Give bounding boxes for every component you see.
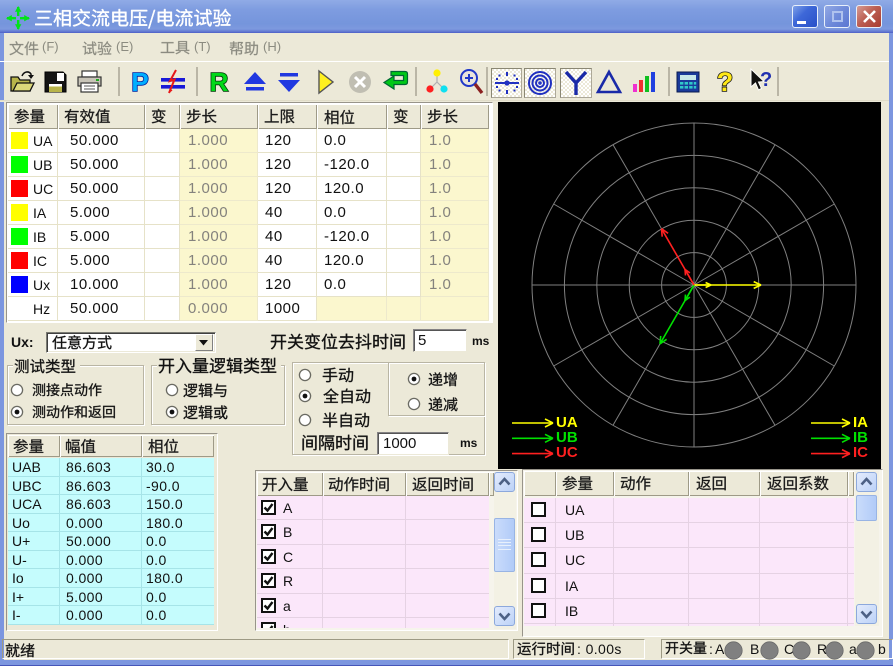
svg-text:?: ? <box>760 69 772 91</box>
svg-text:?: ? <box>717 67 734 97</box>
svg-text:R: R <box>210 67 229 97</box>
svg-text:P: P <box>131 67 148 97</box>
